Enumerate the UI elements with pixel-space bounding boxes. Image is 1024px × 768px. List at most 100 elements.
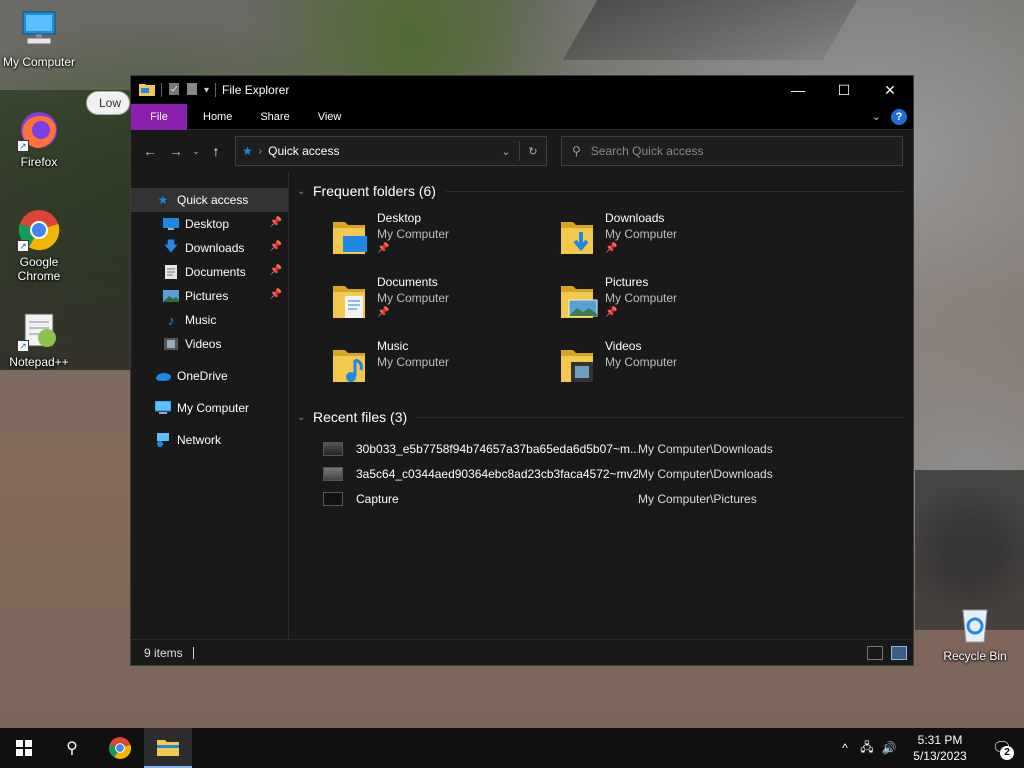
sidebar-item-pictures[interactable]: Pictures 📌 (131, 284, 288, 308)
taskbar-search-button[interactable]: ⚲ (48, 728, 96, 768)
folder-tile-videos[interactable]: Videos My Computer (559, 338, 787, 402)
folder-tile-downloads[interactable]: Downloads My Computer 📌 (559, 210, 787, 274)
collapse-chevron-icon[interactable]: ⌄ (297, 412, 307, 423)
desktop-icon-my-computer[interactable]: My Computer (1, 8, 77, 69)
sidebar-item-desktop[interactable]: Desktop 📌 (131, 212, 288, 236)
title-bar[interactable]: ▾ File Explorer — ☐ ✕ (131, 76, 913, 104)
notification-count: 2 (1000, 746, 1014, 760)
background-railing (562, 0, 858, 60)
list-item[interactable]: 30b033_e5b7758f94b74657a37ba65eda6d5b07~… (323, 436, 913, 461)
quick-access-toolbar: ▾ (131, 76, 217, 104)
clock[interactable]: 5:31 PM 5/13/2023 (900, 732, 980, 764)
documents-folder-icon (331, 278, 371, 322)
sidebar-item-downloads[interactable]: 🡇 Downloads 📌 (131, 236, 288, 260)
star-icon: ★ (157, 193, 169, 207)
document-icon (163, 264, 179, 280)
pin-icon: 📌 (269, 289, 282, 300)
videos-folder-icon (559, 342, 599, 386)
taskbar: ⚲ ^ 🖧 🔊 5:31 PM 5/13/2023 🗨 2 (0, 728, 1024, 768)
firefox-icon: ↗ (17, 108, 61, 152)
search-input[interactable] (590, 144, 871, 158)
maximize-button[interactable]: ☐ (821, 76, 867, 104)
recent-locations-chevron-icon[interactable]: ⌄ (189, 138, 203, 164)
sidebar-item-network[interactable]: Network (131, 428, 288, 452)
list-item[interactable]: 3a5c64_c0344aed90364ebc8ad23cb3faca4572~… (323, 461, 913, 486)
frequent-folders-grid: Desktop My Computer 📌 Downloads My Compu… (297, 210, 913, 402)
address-bar-row: ← → ⌄ ↑ ★ › Quick access ⌄ ↻ ⚲ (131, 130, 913, 172)
expand-ribbon-icon[interactable]: ⌄ (872, 110, 881, 123)
new-folder-icon[interactable] (186, 82, 198, 99)
folder-tile-pictures[interactable]: Pictures My Computer 📌 (559, 274, 787, 338)
pin-icon: 📌 (269, 241, 282, 252)
music-note-icon: ♪ (167, 312, 175, 328)
file-explorer-window: ▾ File Explorer — ☐ ✕ File Home Share Vi… (130, 75, 914, 666)
breadcrumb[interactable]: Quick access (268, 144, 339, 158)
notepad-plus-plus-icon: ↗ (17, 308, 61, 352)
sidebar-item-documents[interactable]: Documents 📌 (131, 260, 288, 284)
image-thumbnail-icon (323, 441, 343, 456)
cloud-icon (155, 368, 171, 384)
desktop-icon-firefox[interactable]: ↗ Firefox (1, 108, 77, 169)
sidebar-item-onedrive[interactable]: OneDrive (131, 364, 288, 388)
volume-icon[interactable]: 🔊 (878, 728, 900, 768)
up-arrow-icon[interactable]: ↑ (203, 138, 229, 164)
forward-arrow-icon[interactable]: → (163, 138, 189, 164)
network-icon[interactable]: 🖧 (856, 728, 878, 768)
address-history-chevron-icon[interactable]: ⌄ (493, 137, 519, 165)
system-tray: ^ 🖧 🔊 5:31 PM 5/13/2023 🗨 2 (834, 728, 1024, 768)
back-arrow-icon[interactable]: ← (137, 138, 163, 164)
tab-share[interactable]: Share (246, 104, 303, 130)
computer-icon (155, 400, 171, 416)
sidebar-item-quick-access[interactable]: ★ Quick access (131, 188, 288, 212)
explorer-body: ★ Quick access Desktop 📌 🡇 Downloads 📌 D… (131, 172, 913, 640)
folder-icon (139, 82, 155, 99)
customize-toolbar-icon[interactable]: ▾ (204, 85, 209, 96)
desktop-icon-label: My Computer (2, 55, 76, 69)
window-title: File Explorer (222, 83, 290, 97)
large-icons-view-icon[interactable] (891, 645, 907, 660)
taskbar-chrome-button[interactable] (96, 728, 144, 768)
chevron-up-icon[interactable]: ^ (834, 728, 856, 768)
folder-tile-music[interactable]: Music My Computer (331, 338, 559, 402)
search-icon: ⚲ (572, 144, 581, 158)
refresh-icon[interactable]: ↻ (520, 137, 546, 165)
image-thumbnail-icon (323, 491, 343, 506)
clock-date: 5/13/2023 (913, 749, 967, 763)
desktop-icon-label: Recycle Bin (943, 649, 1007, 663)
picture-icon (163, 288, 179, 304)
sidebar-item-videos[interactable]: Videos (131, 332, 288, 356)
folder-tile-desktop[interactable]: Desktop My Computer 📌 (331, 210, 559, 274)
pin-icon: 📌 (605, 307, 618, 318)
folder-tile-documents[interactable]: Documents My Computer 📌 (331, 274, 559, 338)
tab-view[interactable]: View (304, 104, 356, 130)
recent-files-header[interactable]: ⌄ Recent files (3) (297, 404, 913, 430)
list-item[interactable]: Capture My Computer\Pictures (323, 486, 913, 511)
desktop-icon-recycle-bin[interactable]: Recycle Bin (937, 602, 1013, 663)
search-box: ⚲ (561, 136, 903, 166)
tab-file[interactable]: File (131, 103, 187, 130)
desktop-icon-notepad-plus-plus[interactable]: ↗ Notepad++ (1, 308, 77, 369)
desktop-icon-chrome[interactable]: ↗ Google Chrome (1, 208, 77, 283)
start-button[interactable] (0, 728, 48, 768)
recycle-bin-icon (953, 602, 997, 646)
content-pane: ⌄ Frequent folders (6) Desktop My Comput… (289, 172, 913, 640)
tab-home[interactable]: Home (187, 104, 246, 130)
chrome-icon (108, 737, 132, 759)
address-box[interactable]: ★ › Quick access ⌄ ↻ (235, 136, 547, 166)
close-button[interactable]: ✕ (867, 76, 913, 104)
details-view-icon[interactable] (867, 645, 883, 660)
help-icon[interactable]: ? (891, 108, 907, 125)
breadcrumb-chevron-icon: › (258, 145, 263, 157)
action-center-button[interactable]: 🗨 2 (980, 728, 1024, 768)
collapse-chevron-icon[interactable]: ⌄ (297, 186, 307, 197)
music-folder-icon (331, 342, 371, 386)
properties-icon[interactable] (168, 82, 180, 99)
windows-logo-icon (16, 740, 32, 756)
frequent-folders-header[interactable]: ⌄ Frequent folders (6) (297, 178, 913, 204)
status-bar: 9 items (131, 639, 913, 665)
sidebar-item-my-computer[interactable]: My Computer (131, 396, 288, 420)
minimize-button[interactable]: — (775, 76, 821, 104)
ribbon-tabs: File Home Share View ⌄ ? (131, 103, 913, 130)
taskbar-file-explorer-button[interactable] (144, 728, 192, 768)
sidebar-item-music[interactable]: ♪ Music (131, 308, 288, 332)
